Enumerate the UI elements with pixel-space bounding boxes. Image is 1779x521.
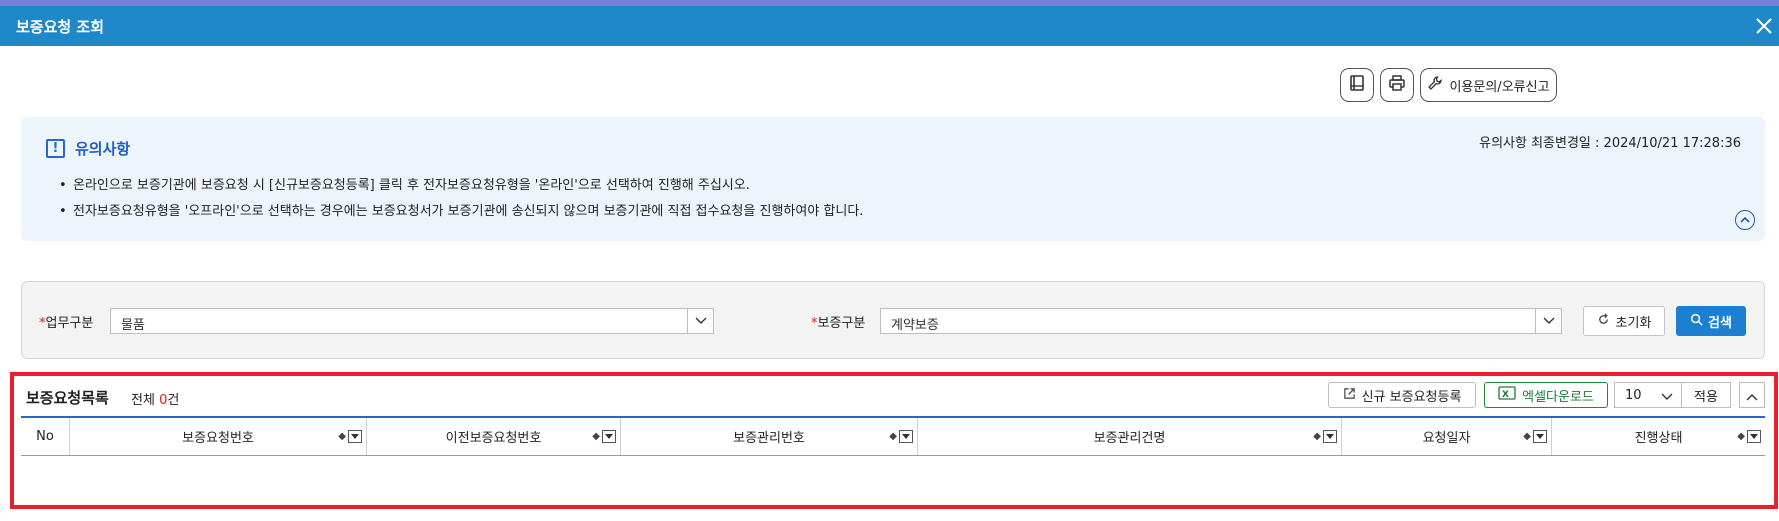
- exclamation-icon: !: [46, 139, 65, 158]
- wrench-icon: [1427, 75, 1443, 95]
- search-icon: [1690, 313, 1703, 330]
- column-header-status[interactable]: 진행상태 ◆: [1552, 418, 1765, 455]
- chevron-up-icon: [1746, 386, 1758, 405]
- new-guarantee-request-label: 신규 보증요청등록: [1361, 389, 1462, 405]
- inquiry-report-button[interactable]: 이용문의/오류신고: [1420, 68, 1557, 102]
- page-size-value: 10: [1625, 388, 1642, 403]
- reset-label: 초기화: [1615, 315, 1652, 331]
- guarantee-type-select[interactable]: 계약보증: [880, 308, 1562, 334]
- excel-icon: X: [1498, 386, 1516, 404]
- filter-dropdown-icon[interactable]: [348, 430, 362, 443]
- column-header-management-number[interactable]: 보증관리번호 ◆: [621, 418, 918, 455]
- notice-list: 온라인으로 보증기관에 보증요청 시 [신규보증요청등록] 클릭 후 전자보증요…: [59, 173, 863, 225]
- work-type-value: 물품: [121, 318, 145, 333]
- window-title: 보증요청 조회: [16, 18, 105, 36]
- work-type-label: *업무구분: [39, 316, 94, 331]
- filter-dropdown-icon[interactable]: [602, 430, 616, 443]
- sort-icon[interactable]: ◆: [1313, 431, 1321, 442]
- notice-item: 온라인으로 보증기관에 보증요청 시 [신규보증요청등록] 클릭 후 전자보증요…: [59, 173, 863, 199]
- column-header-request-date[interactable]: 요청일자 ◆: [1342, 418, 1552, 455]
- sort-icon[interactable]: ◆: [1737, 431, 1745, 442]
- close-icon[interactable]: [1752, 14, 1776, 38]
- print-button[interactable]: [1380, 68, 1414, 102]
- apply-button[interactable]: 적용: [1681, 382, 1731, 408]
- notice-heading: 유의사항: [75, 140, 131, 158]
- notice-panel: ! 유의사항 유의사항 최종변경일 : 2024/10/21 17:28:36 …: [21, 117, 1765, 241]
- column-header-management-name[interactable]: 보증관리건명 ◆: [918, 418, 1342, 455]
- svg-text:X: X: [1502, 390, 1509, 400]
- filter-dropdown-icon[interactable]: [1323, 430, 1337, 443]
- manual-button[interactable]: [1340, 68, 1374, 102]
- sort-icon[interactable]: ◆: [1523, 431, 1531, 442]
- printer-icon: [1388, 74, 1406, 96]
- apply-label: 적용: [1694, 389, 1718, 405]
- guarantee-type-label: *보증구분: [811, 316, 866, 331]
- column-header-no[interactable]: No: [21, 418, 70, 455]
- sort-icon[interactable]: ◆: [889, 431, 897, 442]
- external-link-icon: [1343, 387, 1356, 404]
- refresh-icon: [1597, 312, 1610, 330]
- book-icon: [1348, 74, 1366, 96]
- search-panel: *업무구분 물품 *보증구분 계약보증 초기화 검색: [21, 281, 1765, 359]
- new-guarantee-request-button[interactable]: 신규 보증요청등록: [1328, 382, 1476, 408]
- grid-header: No 보증요청번호 ◆ 이전보증요청번호 ◆ 보증관리번호 ◆ 보증관리건명 ◆…: [21, 416, 1765, 456]
- reset-button[interactable]: 초기화: [1583, 306, 1665, 336]
- collapse-list-button[interactable]: [1739, 382, 1765, 408]
- notice-updated-date: 유의사항 최종변경일 : 2024/10/21 17:28:36: [1479, 136, 1741, 151]
- guarantee-type-value: 계약보증: [891, 318, 939, 333]
- filter-dropdown-icon[interactable]: [1533, 430, 1547, 443]
- page-size-select[interactable]: 10: [1614, 382, 1682, 408]
- column-header-request-number[interactable]: 보증요청번호 ◆: [70, 418, 367, 455]
- chevron-down-icon: [1661, 390, 1673, 405]
- search-button[interactable]: 검색: [1676, 306, 1746, 336]
- filter-dropdown-icon[interactable]: [1747, 430, 1761, 443]
- filter-dropdown-icon[interactable]: [899, 430, 913, 443]
- work-type-select[interactable]: 물품: [110, 308, 714, 334]
- list-title: 보증요청목록: [26, 389, 109, 407]
- notice-header: ! 유의사항: [46, 138, 130, 159]
- excel-download-label: 엑셀다운로드: [1522, 389, 1594, 405]
- sort-icon[interactable]: ◆: [338, 431, 346, 442]
- search-label: 검색: [1708, 315, 1732, 331]
- column-header-prev-request-number[interactable]: 이전보증요청번호 ◆: [367, 418, 621, 455]
- chevron-down-icon: [1535, 309, 1561, 333]
- notice-item: 전자보증요청유형을 '오프라인'으로 선택하는 경우에는 보증요청서가 보증기관…: [59, 199, 863, 225]
- excel-download-button[interactable]: X 엑셀다운로드: [1484, 382, 1608, 408]
- list-count: 전체 0건: [131, 393, 180, 408]
- window-titlebar: 보증요청 조회: [0, 6, 1779, 46]
- inquiry-report-label: 이용문의/오류신고: [1449, 79, 1550, 95]
- chevron-down-icon: [687, 309, 713, 333]
- chevron-up-icon[interactable]: [1735, 210, 1755, 230]
- sort-icon[interactable]: ◆: [592, 431, 600, 442]
